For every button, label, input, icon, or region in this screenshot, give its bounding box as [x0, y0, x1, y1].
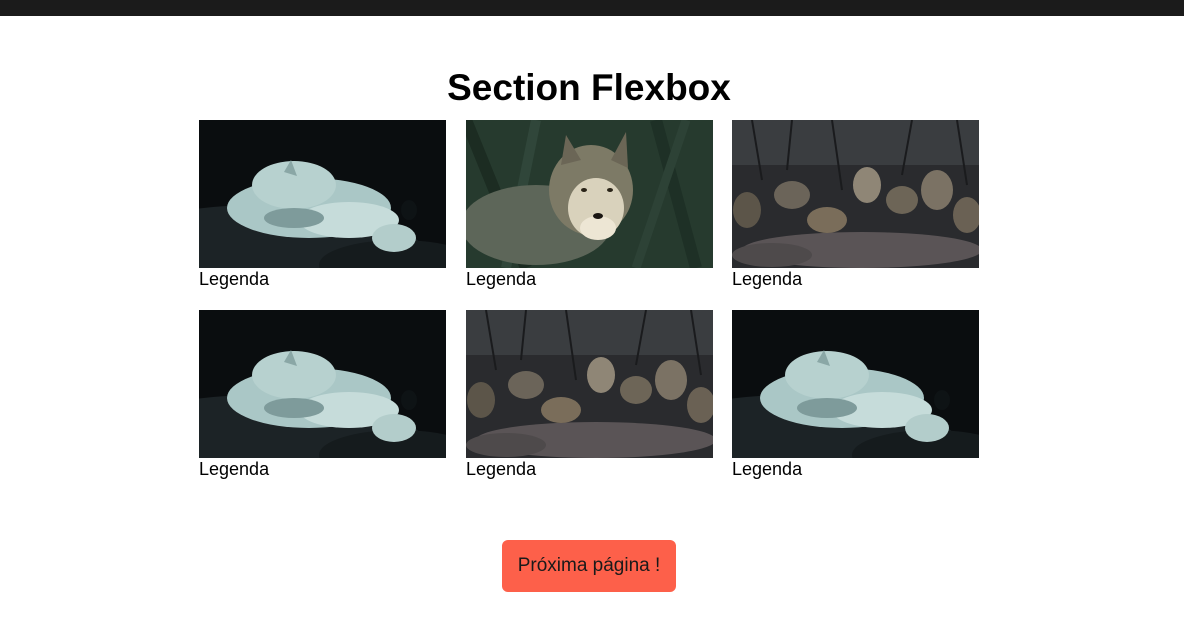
top-bar [0, 0, 1184, 16]
gallery-card: Legenda [199, 310, 446, 480]
next-page-button[interactable]: Próxima página ! [502, 540, 676, 592]
white-wolf-sleeping-image [199, 310, 446, 458]
image-caption: Legenda [199, 459, 270, 479]
image-caption: Legenda [732, 269, 803, 289]
image-caption: Legenda [466, 269, 537, 289]
gallery-card: Legenda [732, 120, 979, 290]
wolf-pack-rocks-image [732, 120, 979, 268]
gallery-card: Legenda [732, 310, 979, 480]
grey-wolf-portrait-image [466, 120, 713, 268]
page-title: Section Flexbox [447, 67, 731, 108]
white-wolf-sleeping-image [199, 120, 446, 268]
image-caption: Legenda [732, 459, 803, 479]
image-caption: Legenda [199, 269, 270, 289]
gallery-card: Legenda [466, 310, 713, 480]
wolf-pack-rocks-image [466, 310, 713, 458]
gallery-card: Legenda [199, 120, 446, 290]
white-wolf-sleeping-image [732, 310, 979, 458]
gallery-card: Legenda [466, 120, 713, 290]
image-caption: Legenda [466, 459, 537, 479]
